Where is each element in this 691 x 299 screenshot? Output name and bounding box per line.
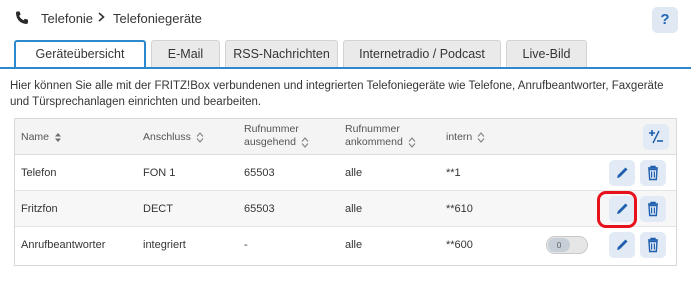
cell-anschluss: integriert	[143, 239, 186, 251]
cell-intern: **610	[446, 203, 473, 215]
cell-anschluss: FON 1	[143, 167, 176, 179]
trash-icon	[648, 201, 658, 217]
cell-intern: **1	[446, 167, 461, 179]
column-header-ausgehend-line1: Rufnummer	[244, 123, 299, 135]
column-header-name[interactable]: Name	[21, 131, 62, 144]
cell-ankommend: alle	[345, 167, 363, 179]
device-table: Name Anschluss Rufnummer ausgehend Rufnu…	[14, 118, 677, 266]
column-header-ankommend-line2: ankommend	[345, 136, 403, 148]
breadcrumb-telefonie[interactable]: Telefonie	[41, 11, 93, 26]
cell-name: Fritzfon	[21, 203, 58, 215]
edit-button[interactable]	[609, 232, 635, 258]
pencil-icon	[617, 239, 628, 250]
sort-icon	[196, 131, 204, 143]
sort-icon	[477, 131, 485, 143]
highlight-marker	[597, 191, 637, 228]
sort-icon	[301, 136, 309, 148]
add-remove-devices-button[interactable]	[643, 124, 669, 150]
table-header: Name Anschluss Rufnummer ausgehend Rufnu…	[15, 119, 676, 155]
table-row: Telefon FON 1 65503 alle **1	[15, 155, 676, 191]
phone-icon	[16, 11, 28, 24]
delete-button[interactable]	[640, 160, 666, 186]
cell-anschluss: DECT	[143, 203, 173, 215]
tab-internetradio-podcast[interactable]: Internetradio / Podcast	[343, 40, 501, 67]
cell-ankommend: alle	[345, 239, 363, 251]
table-row: Fritzfon DECT 65503 alle **610	[15, 191, 676, 227]
column-header-intern[interactable]: intern	[446, 131, 485, 144]
column-header-intern-label: intern	[446, 131, 473, 143]
cell-intern: **600	[446, 239, 473, 251]
cell-ankommend: alle	[345, 203, 363, 215]
cell-ausgehend: 65503	[244, 167, 275, 179]
column-header-ausgehend[interactable]: Rufnummer ausgehend	[244, 123, 309, 149]
delete-button[interactable]	[640, 196, 666, 222]
edit-button[interactable]	[609, 160, 635, 186]
column-header-ankommend-line1: Rufnummer	[345, 123, 400, 135]
trash-icon	[648, 165, 658, 181]
help-button[interactable]: ?	[652, 7, 678, 33]
intro-text: Hier können Sie alle mit der FRITZ!Box v…	[10, 80, 664, 108]
column-header-name-label: Name	[21, 131, 50, 143]
cell-name: Telefon	[21, 167, 57, 179]
chevron-right-icon	[98, 12, 105, 22]
sort-icon	[408, 136, 416, 148]
trash-icon	[648, 237, 658, 253]
pencil-icon	[617, 167, 628, 178]
tab-geraeteuebersicht[interactable]: Geräteübersicht	[14, 40, 146, 69]
plus-minus-icon	[649, 130, 663, 144]
tab-underline	[0, 67, 691, 69]
cell-ausgehend: -	[244, 239, 248, 251]
cell-ausgehend: 65503	[244, 203, 275, 215]
header-bar: Telefonie Telefoniegeräte ?	[0, 0, 691, 38]
tab-live-bild[interactable]: Live-Bild	[506, 40, 587, 67]
column-header-anschluss[interactable]: Anschluss	[143, 131, 204, 144]
toggle-knob: 0	[548, 238, 570, 252]
sort-icon	[54, 132, 61, 142]
column-header-ausgehend-line2: ausgehend	[244, 136, 296, 148]
breadcrumb-telefoniegeraete: Telefoniegeräte	[113, 11, 202, 26]
table-row: Anrufbeantworter integriert - alle **600…	[15, 227, 676, 263]
column-header-ankommend[interactable]: Rufnummer ankommend	[345, 123, 416, 149]
answering-machine-toggle[interactable]: 0	[546, 236, 588, 254]
tab-email[interactable]: E-Mail	[151, 40, 220, 67]
column-header-anschluss-label: Anschluss	[143, 131, 191, 143]
tab-bar: Geräteübersicht E-Mail RSS-Nachrichten I…	[0, 40, 691, 69]
delete-button[interactable]	[640, 232, 666, 258]
cell-name: Anrufbeantworter	[21, 239, 106, 251]
tab-rss-nachrichten[interactable]: RSS-Nachrichten	[225, 40, 338, 67]
